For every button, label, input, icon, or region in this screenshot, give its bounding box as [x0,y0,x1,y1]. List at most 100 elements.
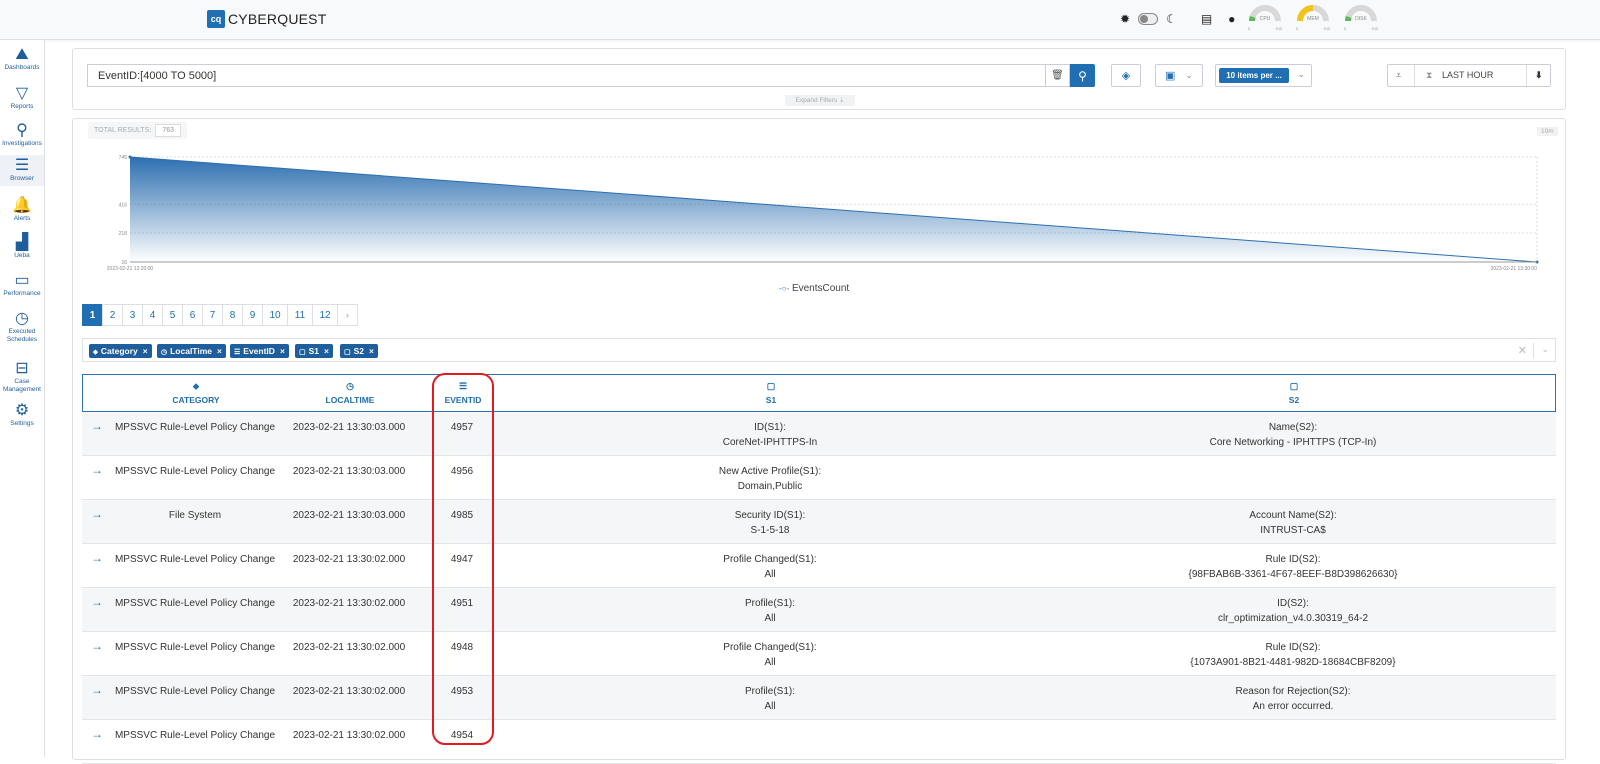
tag-s2[interactable]: ▢ S2 × [340,344,378,358]
page-button-1[interactable]: 1 [82,304,103,326]
data-point[interactable] [128,155,132,159]
logo[interactable]: cq CYBERQUEST [207,10,326,28]
sidebar-item-label: Performance [3,290,41,297]
tag-eventid[interactable]: ☰ EventID × [230,344,289,358]
download-icon[interactable]: ⬇ [1535,65,1543,86]
comment-icon: ▢ [766,381,776,391]
cell-s1-value: All [764,657,776,668]
column-header-category[interactable]: ⬥ CATEGORY [96,381,296,405]
clear-tags-icon[interactable]: ✕ [1518,344,1527,357]
page-button-3[interactable]: 3 [122,304,143,326]
top-bar: cq CYBERQUEST ✹ ☾ ▤ ● CPU 0 100 MEM 0 100 DISK… [0,0,1600,40]
column-header-s1[interactable]: ▢ S1 [571,381,971,405]
arrow-down-icon: ⇣ [838,97,845,104]
sidebar-item-performance[interactable]: ▭ Performance [0,270,44,301]
chevron-down-icon[interactable]: ⌄ [1541,344,1549,355]
remove-tag-icon[interactable]: × [324,346,329,356]
tag-label: S1 [308,346,320,356]
next-page-button[interactable]: › [337,304,358,326]
tag-s1[interactable]: ▢ S1 × [295,344,333,358]
cell-localtime: 2023-02-21 13:30:02.000 [292,642,406,653]
browser-window-icon[interactable]: ▤ [1201,10,1212,28]
table-row[interactable]: → MPSSVC Rule-Level Policy Change 2023-02-… [82,588,1556,632]
theme-toggle[interactable] [1138,13,1159,25]
page-button-8[interactable]: 8 [222,304,243,326]
cell-category: MPSSVC Rule-Level Policy Change [95,552,295,567]
page-button-10[interactable]: 10 [262,304,288,326]
sidebar-item-dashboards[interactable]: ⛰ Dashboards [0,44,44,75]
eye-off-icon: ◈ [1121,70,1131,82]
sidebar-item-browser[interactable]: ☰ Browser [0,155,44,186]
query-input[interactable]: EventID:[4000 TO 5000] [87,64,1045,87]
sidebar-item-investigations[interactable]: ⚲ Investigations [0,120,44,151]
cell-category: MPSSVC Rule-Level Policy Change [114,642,276,653]
cell-eventid: 4948 [450,642,474,653]
cell-s1-label: Profile(S1): [744,686,795,697]
page-button-5[interactable]: 5 [162,304,183,326]
table-row[interactable]: → MPSSVC Rule-Level Policy Change 2023-02-… [82,544,1556,588]
sidebar-item-alerts[interactable]: 🔔 Alerts [0,195,44,226]
table-row[interactable]: → File System 2023-02-21 13:30:03.000 4985 S… [82,500,1556,544]
cell-s2-value: INTRUST-CA$ [1260,525,1326,536]
chart-area-icon: ⛰ [15,46,29,63]
cell-s2-value: An error occurred. [1252,701,1334,712]
chart-legend[interactable]: -○- EventsCount [779,283,849,294]
cell-s2-label: Rule ID(S2): [1265,642,1321,653]
cell-eventid: 4957 [432,420,492,435]
items-per-page-select[interactable]: 10 items per ... ⌄ [1215,64,1312,87]
page-button-2[interactable]: 2 [102,304,123,326]
column-tag-bar[interactable]: ✕ ⌄ ⬥ Category × ◷ LocalTime × ☰ EventID × ▢ S1 × ▢ S… [82,338,1556,362]
gauge-label: DISK [1355,16,1367,22]
page-button-4[interactable]: 4 [142,304,163,326]
page-button-12[interactable]: 12 [312,304,338,326]
page-button-7[interactable]: 7 [202,304,223,326]
sidebar-item-case-management[interactable]: ⊟ Case Management [0,358,44,397]
user-icon[interactable]: ● [1228,10,1235,28]
search-button[interactable]: ⚲ [1070,64,1095,87]
interval-badge[interactable]: 10m [1537,127,1558,136]
table-row[interactable]: → MPSSVC Rule-Level Policy Change 2023-02-… [82,720,1556,764]
sidebar-item-reports[interactable]: ▽ Reports [0,83,44,114]
cell-category: MPSSVC Rule-Level Policy Change [95,728,295,743]
remove-tag-icon[interactable]: × [369,346,374,356]
expand-filters-button[interactable]: Expand Filters ⇣ [785,95,855,106]
cell-s2: Reason for Rejection(S2): An error occurr… [1093,684,1493,714]
time-range-picker[interactable]: ⩡ ⧗ LAST HOUR ⬇ [1387,64,1551,87]
table-row[interactable]: → MPSSVC Rule-Level Policy Change 2023-02-… [82,676,1556,720]
column-header-s2[interactable]: ▢ S2 [1094,381,1494,405]
filter-toggle-button[interactable]: ◈ [1111,64,1141,87]
cell-localtime: 2023-02-21 13:30:02.000 [284,552,414,567]
clear-query-button[interactable]: 🗑 [1045,64,1070,87]
sun-icon: ✹ [1120,12,1131,26]
comment-icon: ▢ [299,349,306,356]
remove-tag-icon[interactable]: × [217,346,222,356]
x-tick-label: 2023-02-21 13:30:00 [1491,266,1538,272]
column-header-localtime[interactable]: ◷ LOCALTIME [285,381,415,405]
cell-s1: Profile(S1): All [570,596,970,626]
remove-tag-icon[interactable]: × [143,346,148,356]
gauge-scale: 0 100 [1248,26,1282,31]
sidebar-item-label: Investigations [2,140,42,147]
sort-filter-icon[interactable]: ⩡ [1396,65,1401,86]
sidebar-item-ueba[interactable]: ▟ Ueba [0,232,44,263]
save-search-button[interactable]: ▣ ⌄ [1155,64,1203,87]
remove-tag-icon[interactable]: × [280,346,285,356]
column-header-eventid[interactable]: ☰ EVENTID [433,381,493,405]
table-row[interactable]: → MPSSVC Rule-Level Policy Change 2023-02-… [82,632,1556,676]
search-icon: ⚲ [16,122,28,139]
page-button-11[interactable]: 11 [287,304,313,326]
tag-category[interactable]: ⬥ Category × [89,344,152,358]
cell-localtime: 2023-02-21 13:30:03.000 [292,510,406,521]
table-row[interactable]: → MPSSVC Rule-Level Policy Change 2023-02-… [82,412,1556,456]
tag-localtime[interactable]: ◷ LocalTime × [157,344,226,358]
tag-label: Category [100,346,138,356]
sidebar-item-settings[interactable]: ⚙ Settings [0,400,44,431]
cell-category: MPSSVC Rule-Level Policy Change [114,466,276,477]
sidebar-item-executed-schedules[interactable]: ◷ Executed Schedules [0,308,44,347]
page-button-9[interactable]: 9 [242,304,263,326]
cell-eventid: 4956 [450,466,474,477]
cell-s2-label: ID(S2): [1277,598,1309,609]
clock-icon: ◷ [15,310,29,327]
table-row[interactable]: → MPSSVC Rule-Level Policy Change 2023-02-… [82,456,1556,500]
page-button-6[interactable]: 6 [182,304,203,326]
